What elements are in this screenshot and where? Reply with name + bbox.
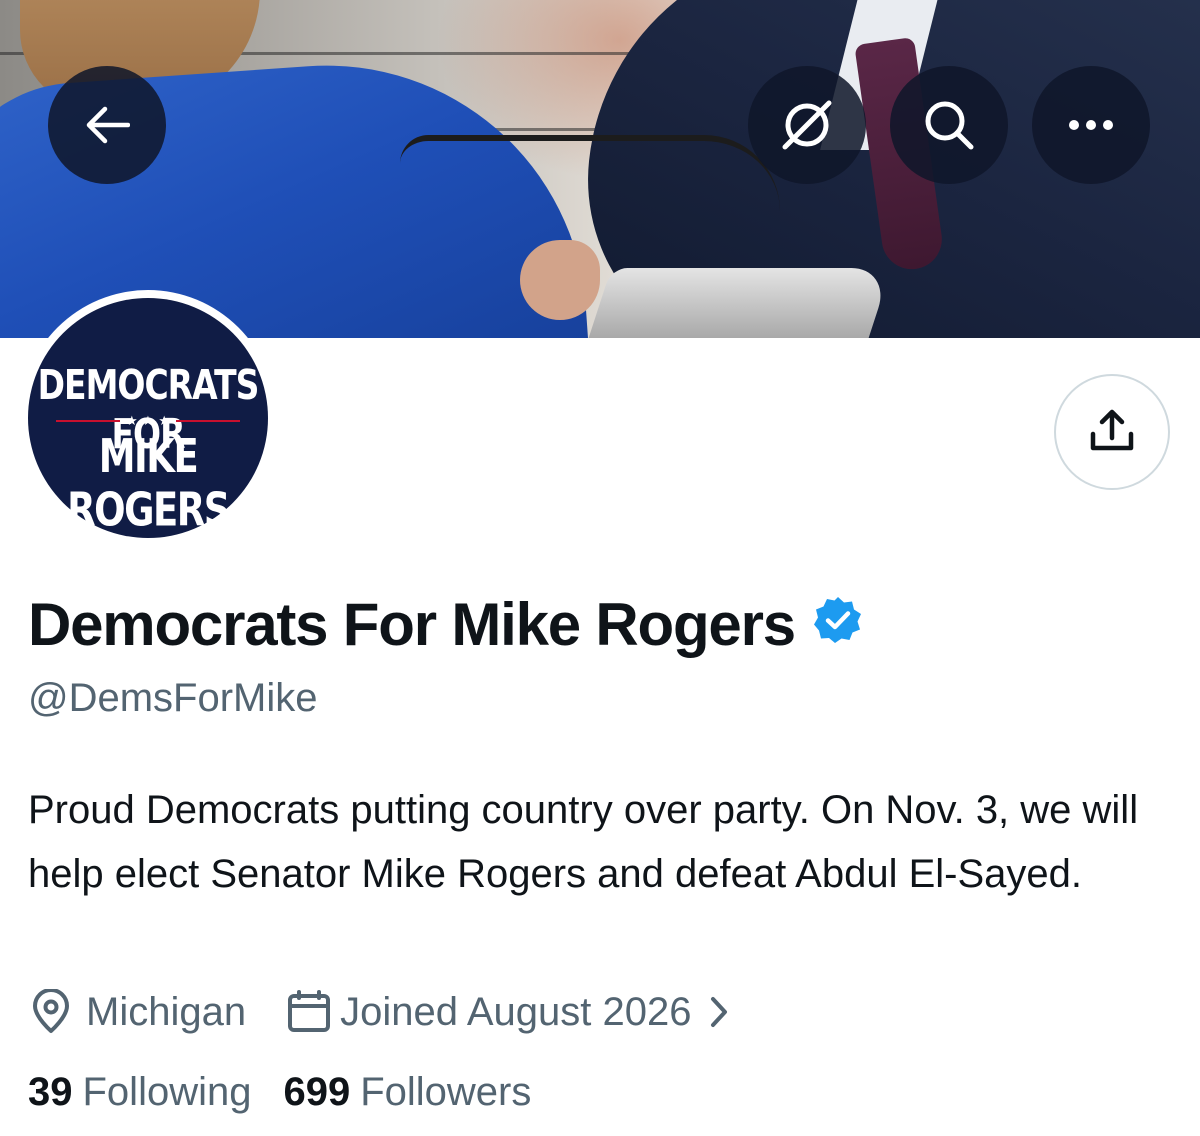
profile-bio: Proud Democrats putting country over par… xyxy=(28,788,1139,896)
calendar-icon xyxy=(286,989,332,1035)
divider-rule xyxy=(56,420,120,422)
location-text: Michigan xyxy=(86,989,247,1034)
profile-counts: 39 Following 699 Followers xyxy=(28,1070,531,1115)
back-arrow-icon xyxy=(84,105,130,145)
joined-text: Joined August 2026 xyxy=(340,989,692,1034)
more-button[interactable] xyxy=(1032,66,1150,184)
followers-count: 699 xyxy=(283,1070,351,1114)
following-count: 39 xyxy=(28,1070,73,1114)
grok-button[interactable] xyxy=(748,66,866,184)
avatar[interactable]: DEMOCRATS FOR ★ ★ ★ MIKE ROGERS xyxy=(20,290,276,546)
grok-icon xyxy=(779,97,835,153)
avatar-logo-line2: MIKE ROGERS xyxy=(67,429,230,537)
followers-link[interactable]: 699 Followers xyxy=(283,1070,531,1115)
back-button[interactable] xyxy=(48,66,166,184)
verified-badge-icon[interactable] xyxy=(813,590,863,659)
display-name-text: Democrats For Mike Rogers xyxy=(28,591,796,658)
profile-banner[interactable] xyxy=(0,0,1200,338)
banner-microphone xyxy=(400,135,780,211)
profile-location: Michigan xyxy=(28,989,246,1035)
share-icon xyxy=(1087,405,1137,460)
search-icon xyxy=(922,98,976,152)
profile-display-name: Democrats For Mike Rogers xyxy=(28,590,863,659)
following-link[interactable]: 39 Following xyxy=(28,1070,251,1115)
more-horizontal-icon xyxy=(1068,119,1114,131)
profile-joined[interactable]: Joined August 2026 xyxy=(286,989,729,1035)
avatar-logo-divider: ★ ★ ★ xyxy=(50,413,246,429)
avatar-logo-stars: ★ ★ ★ xyxy=(126,413,171,429)
profile-meta: Michigan Joined August 2026 xyxy=(28,984,729,1040)
banner-handshake xyxy=(520,240,600,320)
avatar-logo: DEMOCRATS FOR ★ ★ ★ MIKE ROGERS xyxy=(28,298,268,538)
following-label: Following xyxy=(82,1070,252,1114)
banner-podium xyxy=(588,268,892,338)
share-button[interactable] xyxy=(1054,374,1170,490)
search-button[interactable] xyxy=(890,66,1008,184)
chevron-right-icon xyxy=(709,995,729,1029)
profile-handle: @DemsForMike xyxy=(28,676,318,720)
divider-rule xyxy=(176,420,241,422)
followers-label: Followers xyxy=(360,1070,532,1114)
location-pin-icon xyxy=(28,989,74,1035)
